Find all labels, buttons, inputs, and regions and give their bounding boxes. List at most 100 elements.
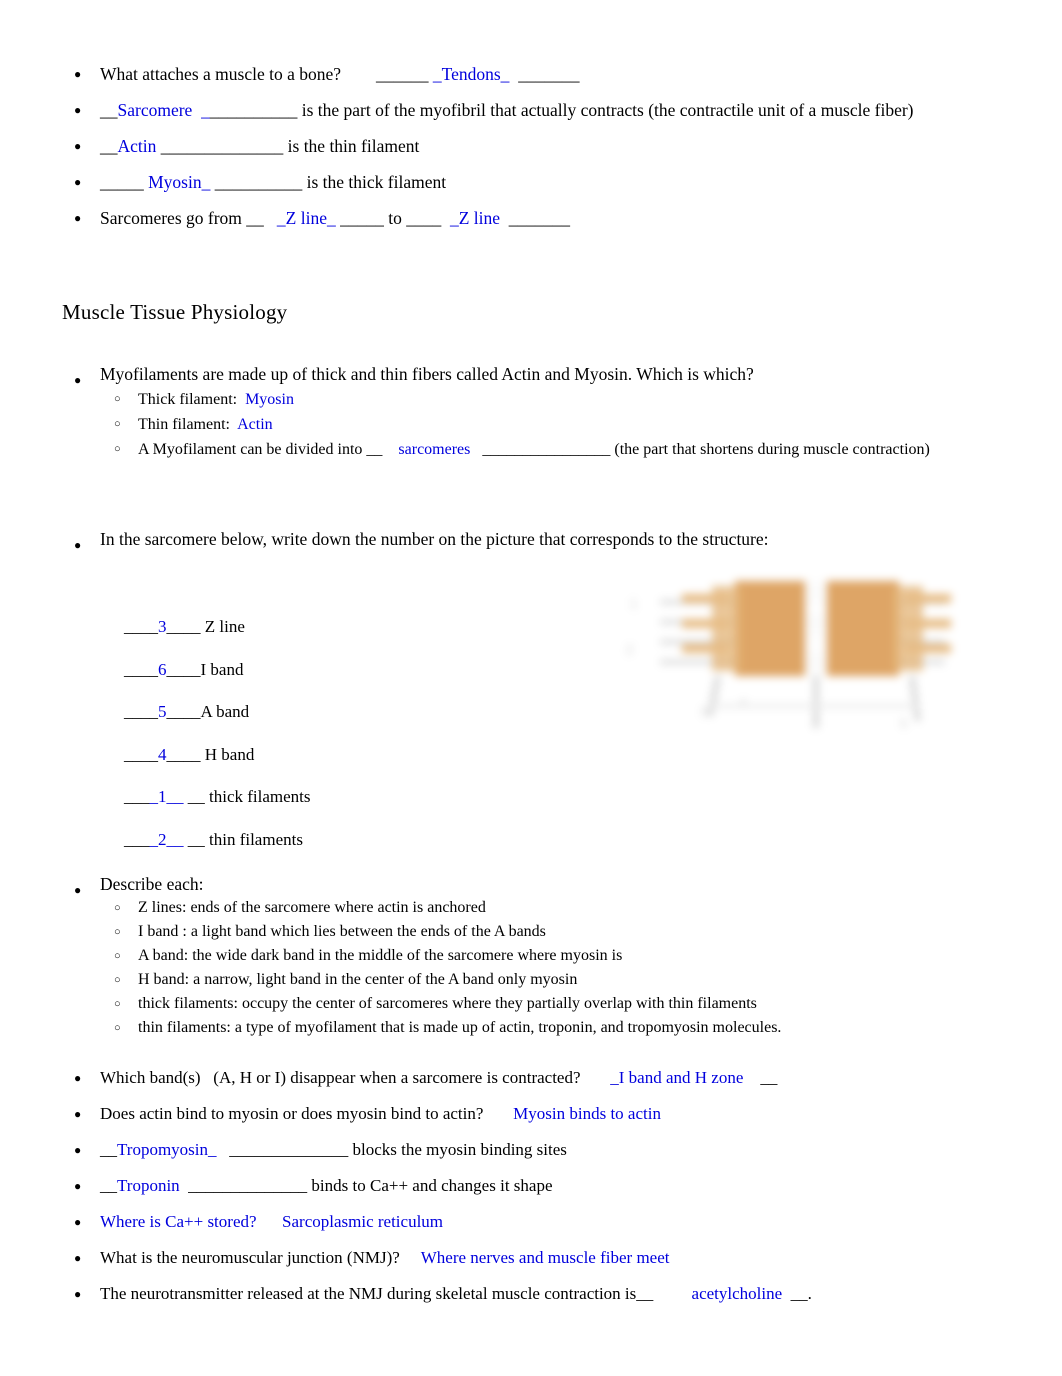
question-which-band-disappears-part-1: _I band and H zone xyxy=(580,1068,744,1087)
question-tropomyosin-part-1: Tropomyosin_ xyxy=(117,1140,217,1159)
question-nmj: What is the neuromuscular junction (NMJ)… xyxy=(62,1240,1022,1276)
question-sarcomere: __Sarcomere ___________ is the part of t… xyxy=(62,92,1002,128)
describe-section: Describe each: Z lines: ends of the sarc… xyxy=(62,872,1002,1041)
myofilament-sub-list: Thick filament: Myosin Thin filament: Act… xyxy=(100,387,992,462)
blank-answer[interactable]: _1__ xyxy=(150,787,184,806)
question-neurotransmitter-part-2: __. xyxy=(782,1284,812,1303)
question-troponin-part-1: Troponin xyxy=(117,1176,180,1195)
blank-structure-label: I band xyxy=(200,659,244,679)
blank-answer-list: ____3____ Z line ____6____I band ____5____… xyxy=(124,612,554,867)
blank-leading-underscores: ____ xyxy=(124,617,158,636)
svg-text:6: 6 xyxy=(740,696,747,711)
describe-list: Describe each: Z lines: ends of the sarc… xyxy=(62,872,1002,1041)
describe-prompt-text: Describe each: xyxy=(100,874,204,894)
question-tendons-part-1: ______ xyxy=(341,64,433,84)
instruction-item: In the sarcomere below, write down the n… xyxy=(62,527,942,563)
top-questions-section: What attaches a muscle to a bone? ______… xyxy=(62,56,1002,236)
question-actin-myosin-binding-part-0: Does actin bind to myosin or does myosin… xyxy=(100,1104,484,1123)
describe-item: A band: the wide dark band in the middle… xyxy=(100,944,1002,969)
question-myosin: _____ Myosin_ __________ is the thick fi… xyxy=(62,164,1002,200)
question-zline-part-4: _______ xyxy=(500,208,571,228)
blank-answer[interactable]: 6 xyxy=(158,660,167,679)
question-which-band-disappears-part-2: __ xyxy=(743,1068,778,1087)
describe-item-text: I band : a light band which lies between… xyxy=(138,923,546,940)
describe-item-text: A band: the wide dark band in the middle… xyxy=(138,947,623,964)
question-actin-myosin-binding: Does actin bind to myosin or does myosin… xyxy=(62,1096,1022,1132)
page-title: Muscle Tissue Physiology xyxy=(62,300,288,324)
blank-leading-underscores: ___ xyxy=(124,787,150,806)
myofilament-prompt: Myofilaments are made up of thick and th… xyxy=(62,362,992,462)
question-ca-stored: Where is Ca++ stored? Sarcoplasmic retic… xyxy=(62,1204,1022,1240)
question-sarcomere-part-2: _ xyxy=(192,100,210,120)
blank-row: ____4____ H band xyxy=(124,740,554,783)
blank-row: ____3____ Z line xyxy=(124,612,554,655)
describe-item-text: H band: a narrow, light band in the cent… xyxy=(138,971,578,988)
question-tropomyosin-part-0: __ xyxy=(100,1140,117,1159)
question-zline-part-0: Sarcomeres go from __ xyxy=(100,208,264,228)
question-tropomyosin: __Tropomyosin_ ______________ blocks the… xyxy=(62,1132,1022,1168)
blank-structure-label: Z line xyxy=(200,617,245,636)
describe-item: thin filaments: a type of myofilament th… xyxy=(100,1016,1002,1041)
blank-answer[interactable]: 3 xyxy=(158,617,167,636)
describe-item: thick filaments: occupy the center of sa… xyxy=(100,992,1002,1017)
blank-answer[interactable]: 4 xyxy=(158,745,167,764)
blank-answer[interactable]: _2__ xyxy=(150,830,184,849)
question-actin-part-3: is the thin filament xyxy=(283,136,420,156)
sub-item-thick-filament-part-1: Myosin xyxy=(245,391,294,408)
blank-trailing-underscores: ____ xyxy=(166,702,201,721)
sub-item-thick-filament-part-0: Thick filament: xyxy=(138,391,246,408)
describe-item-text: thin filaments: a type of myofilament th… xyxy=(138,1019,782,1036)
blank-row: ____6____I band xyxy=(124,655,554,698)
blank-trailing-underscores: __ xyxy=(183,829,205,849)
question-myosin-part-3: is the thick filament xyxy=(302,172,447,192)
describe-item: H band: a narrow, light band in the cent… xyxy=(100,968,1002,993)
sub-item-thin-filament: Thin filament: Actin xyxy=(100,412,992,437)
question-troponin-part-0: __ xyxy=(100,1176,117,1195)
question-nmj-part-1: Where nerves and muscle fiber meet xyxy=(399,1248,670,1267)
blank-structure-label: H band xyxy=(200,744,255,764)
question-troponin-part-2: ______________ binds to Ca++ and changes… xyxy=(179,1176,553,1195)
blank-leading-underscores: ____ xyxy=(124,744,158,764)
blank-structure-label: A band xyxy=(200,702,250,721)
question-zline-part-1: _Z line_ xyxy=(263,208,336,228)
blank-row: ____1__ __ thick filaments xyxy=(124,782,554,825)
question-tendons-part-2: _Tendons_ xyxy=(432,64,510,84)
top-questions-list: What attaches a muscle to a bone? ______… xyxy=(62,56,1002,236)
tail-questions-section: Which band(s) (A, H or I) disappear when… xyxy=(62,1060,1022,1312)
blank-answer[interactable]: 5 xyxy=(158,702,167,721)
describe-item-text: thick filaments: occupy the center of sa… xyxy=(138,995,757,1012)
question-actin-myosin-binding-part-1: Myosin binds to actin xyxy=(483,1104,661,1123)
question-tendons-part-3: _______ xyxy=(509,64,580,84)
blank-trailing-underscores: ____ xyxy=(166,744,201,764)
question-zline: Sarcomeres go from __ _Z line_ _____ to … xyxy=(62,200,1002,236)
blank-leading-underscores: ____ xyxy=(124,659,158,679)
sarcomere-diagram-svg: 1 2 3 4 5 6 xyxy=(600,556,1000,756)
document-page: What attaches a muscle to a bone? ______… xyxy=(0,0,1062,1376)
blank-structure-label: thin filaments xyxy=(204,829,303,849)
question-tendons: What attaches a muscle to a bone? ______… xyxy=(62,56,1002,92)
question-nmj-part-0: What is the neuromuscular junction (NMJ)… xyxy=(100,1248,400,1267)
blank-row: ____5____A band xyxy=(124,697,554,740)
question-which-band-disappears: Which band(s) (A, H or I) disappear when… xyxy=(62,1060,1022,1096)
question-sarcomere-part-0: __ xyxy=(100,100,118,120)
sub-item-divided-into-part-2: ________________ (the part that shortens… xyxy=(470,441,930,458)
question-actin-part-2: ______________ xyxy=(156,136,284,156)
blank-row: ____2__ __ thin filaments xyxy=(124,825,554,868)
sub-item-thin-filament-part-1: Actin xyxy=(237,416,273,433)
describe-sub-list: Z lines: ends of the sarcomere where act… xyxy=(100,896,1002,1041)
blank-structure-label: thick filaments xyxy=(204,787,311,806)
myofilament-section: Myofilaments are made up of thick and th… xyxy=(62,362,992,462)
question-myosin-part-0: _____ xyxy=(100,172,149,192)
instruction-text: In the sarcomere below, write down the n… xyxy=(100,529,769,549)
blank-leading-underscores: ____ xyxy=(124,702,158,721)
question-neurotransmitter: The neurotransmitter released at the NMJ… xyxy=(62,1276,1022,1312)
question-sarcomere-part-1: Sarcomere xyxy=(117,100,193,120)
instruction-section: In the sarcomere below, write down the n… xyxy=(62,527,942,563)
question-neurotransmitter-part-1: acetylcholine xyxy=(653,1284,783,1303)
question-ca-stored-part-1: Sarcoplasmic reticulum xyxy=(256,1212,444,1231)
myofilament-list: Myofilaments are made up of thick and th… xyxy=(62,362,992,462)
question-tendons-part-0: What attaches a muscle to a bone? xyxy=(100,64,342,84)
question-actin-part-1: Actin xyxy=(117,136,157,156)
sarcomere-diagram: 1 2 3 4 5 6 xyxy=(600,556,1000,756)
svg-text:3: 3 xyxy=(700,704,707,719)
